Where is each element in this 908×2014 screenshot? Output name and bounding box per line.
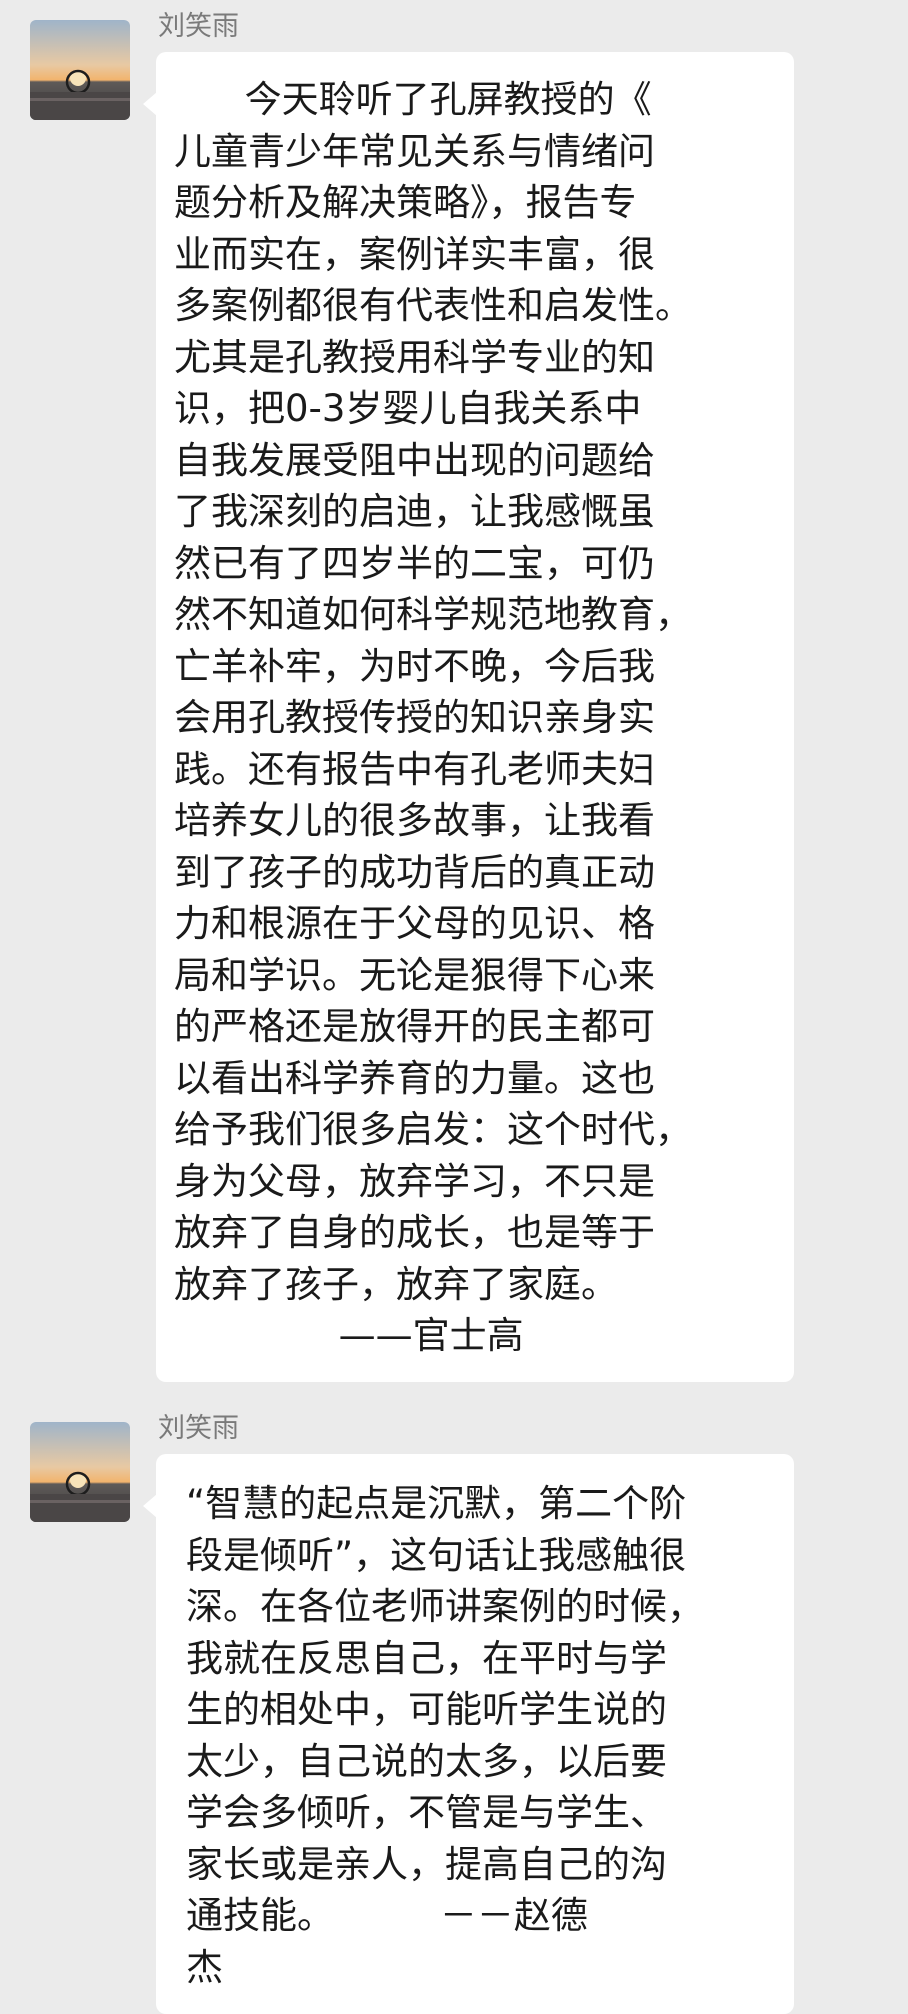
message-line: 放弃了自身的成长，也是等于 bbox=[174, 1211, 655, 1254]
sunset-landscape-avatar-icon bbox=[30, 1422, 130, 1522]
message-line: 尤其是孔教授用科学专业的知 bbox=[174, 335, 655, 379]
message-line: 业而实在，案例详实丰富，很 bbox=[174, 232, 655, 276]
message-line: 身为父母，放弃学习，不只是 bbox=[174, 1159, 655, 1203]
chat-message: 刘笑雨 今天聆听了孔屏教授的《 儿童青少年常见关系与情绪问 题分析及解决策略》，… bbox=[0, 0, 908, 1390]
message-line: 的严格还是放得开的民主都可 bbox=[174, 1005, 655, 1048]
message-line: 今天聆听了孔屏教授的《 bbox=[174, 78, 652, 121]
message-line: 到了孩子的成功背后的真正动 bbox=[174, 850, 655, 894]
message-line: 亡羊补牢，为时不晚，今后我 bbox=[174, 644, 655, 688]
chat-message: 刘笑雨 “智慧的起点是沉默，第二个阶 段是倾听”，这句话让我感触很 深。在各位老… bbox=[0, 1390, 908, 2014]
message-line: 家长或是亲人，提高自己的沟 bbox=[186, 1842, 667, 1886]
message-line: 局和学识。无论是狠得下心来 bbox=[174, 953, 655, 997]
message-line: 培养女儿的很多故事，让我看 bbox=[174, 799, 655, 842]
sender-avatar[interactable] bbox=[30, 1422, 130, 1522]
message-line: 给予我们很多启发：这个时代， bbox=[174, 1108, 692, 1151]
message-line: 杰 bbox=[186, 1945, 223, 1989]
message-line: 太少，自己说的太多，以后要 bbox=[186, 1739, 667, 1783]
message-line: 自我发展受阻中出现的问题给 bbox=[174, 438, 655, 482]
message-line: 段是倾听”，这句话让我感触很 bbox=[186, 1533, 687, 1577]
message-line: 以看出科学养育的力量。这也 bbox=[174, 1056, 655, 1100]
message-bubble[interactable]: 今天聆听了孔屏教授的《 儿童青少年常见关系与情绪问 题分析及解决策略》，报告专 … bbox=[143, 52, 794, 1382]
sender-avatar[interactable] bbox=[30, 20, 130, 120]
sender-name: 刘笑雨 bbox=[158, 11, 239, 42]
message-line: 题分析及解决策略》，报告专 bbox=[174, 181, 637, 224]
message-line: 了我深刻的启迪，让我感慨虽 bbox=[174, 490, 655, 533]
message-line: 多案例都很有代表性和启发性。 bbox=[174, 284, 692, 327]
sunset-landscape-avatar-icon bbox=[30, 20, 130, 120]
message-line: 践。还有报告中有孔老师夫妇 bbox=[174, 747, 655, 791]
message-line: 生的相处中，可能听学生说的 bbox=[186, 1688, 667, 1731]
message-line: 深。在各位老师讲案例的时候， bbox=[186, 1585, 704, 1628]
message-line: 学会多倾听，不管是与学生、 bbox=[186, 1791, 667, 1834]
message-line: 会用孔教授传授的知识亲身实 bbox=[174, 696, 655, 739]
message-line: 然已有了四岁半的二宝，可仍 bbox=[174, 541, 655, 585]
message-bubble[interactable]: “智慧的起点是沉默，第二个阶 段是倾听”，这句话让我感触很 深。在各位老师讲案例… bbox=[143, 1454, 794, 2014]
message-line: 放弃了孩子，放弃了家庭。 bbox=[174, 1262, 618, 1306]
bubble-arrow bbox=[143, 92, 157, 116]
message-line: 力和根源在于父母的见识、格 bbox=[174, 902, 655, 945]
bubble-arrow bbox=[143, 1494, 157, 1518]
message-line: 儿童青少年常见关系与情绪问 bbox=[174, 129, 655, 173]
message-signature: ——官士高 bbox=[174, 1314, 524, 1357]
message-line: 我就在反思自己，在平时与学 bbox=[186, 1636, 667, 1680]
message-line: 通技能。 －－赵德 bbox=[186, 1894, 588, 1937]
message-line: “智慧的起点是沉默，第二个阶 bbox=[186, 1482, 687, 1525]
sender-name: 刘笑雨 bbox=[158, 1413, 239, 1444]
message-line: 然不知道如何科学规范地教育， bbox=[174, 593, 692, 636]
message-line: 识，把0-3岁婴儿自我关系中 bbox=[174, 387, 642, 430]
